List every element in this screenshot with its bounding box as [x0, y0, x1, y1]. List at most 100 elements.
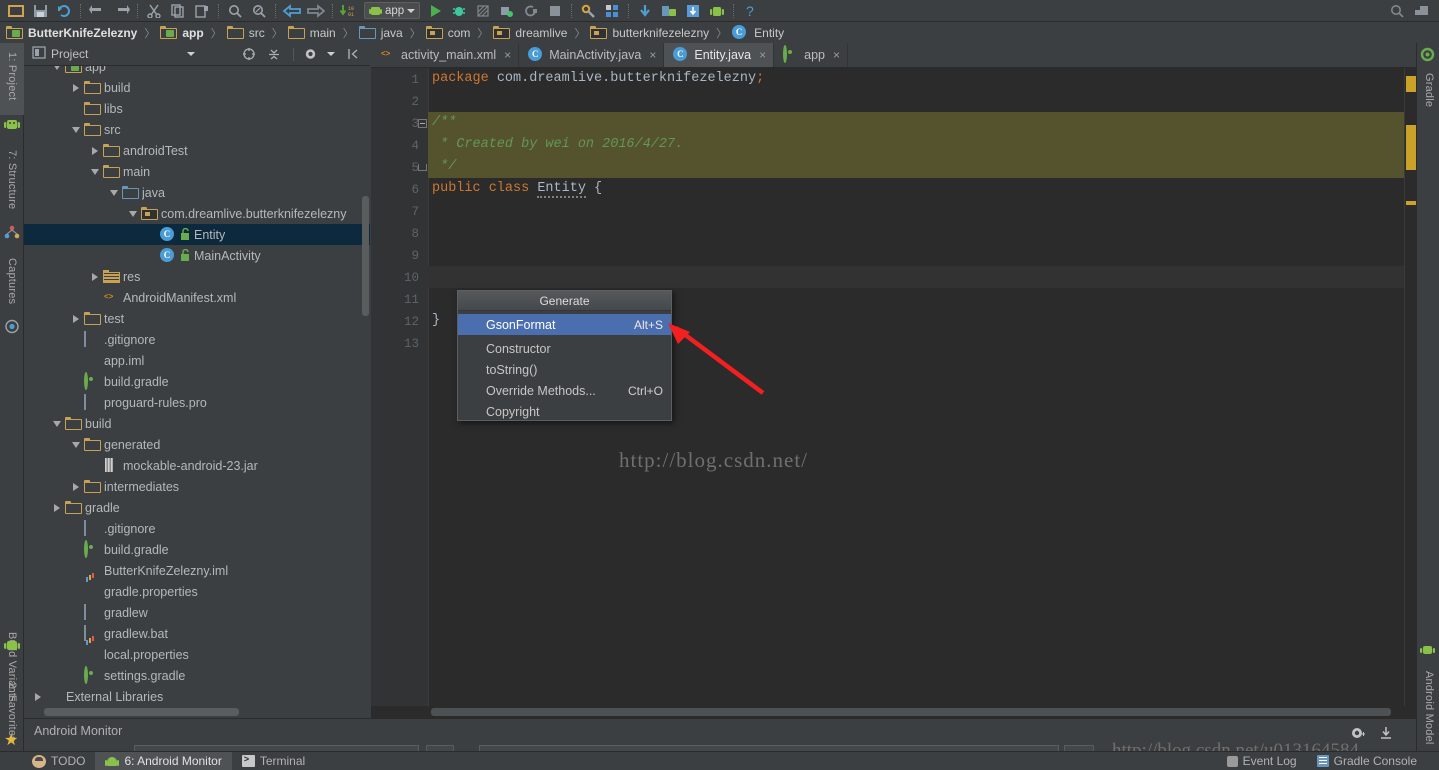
collapse-arrow-icon[interactable]: [127, 208, 139, 220]
close-icon[interactable]: ×: [833, 48, 840, 62]
download-icon[interactable]: [683, 2, 703, 20]
breadcrumb-item-butterknifezelezny[interactable]: ButterKnifeZelezny: [6, 25, 139, 41]
breadcrumb-item-src[interactable]: src: [227, 25, 267, 41]
code-line-12[interactable]: }: [428, 310, 440, 332]
tree-item-gradle[interactable]: gradle: [24, 497, 370, 518]
tree-item-test[interactable]: test: [24, 308, 370, 329]
collapse-all-icon[interactable]: [265, 45, 283, 63]
redo-icon[interactable]: [111, 2, 131, 20]
tree-item--gitignore[interactable]: .gitignore: [24, 329, 370, 350]
editor-tab-mainactivity-java[interactable]: C MainActivity.java ×: [519, 43, 665, 67]
android-device-monitor-icon[interactable]: [659, 2, 679, 20]
module-selector[interactable]: app: [364, 2, 421, 19]
tree-item-gradle-properties[interactable]: gradle.properties: [24, 581, 370, 602]
forward-icon[interactable]: [306, 2, 326, 20]
sidebar-item-structure[interactable]: 7: Structure: [0, 141, 24, 223]
editor-tab-app[interactable]: app ×: [774, 43, 849, 67]
compile-icon[interactable]: 10 01: [339, 2, 359, 20]
code-line-9[interactable]: [428, 244, 432, 266]
sidebar-item-android-model[interactable]: Android Model: [1417, 663, 1439, 761]
code-line-4[interactable]: * Created by wei on 2016/4/27.: [428, 134, 683, 156]
open-project-icon[interactable]: [6, 2, 26, 20]
code-line-8[interactable]: [428, 222, 432, 244]
chevron-down-icon[interactable]: [407, 8, 416, 13]
save-all-icon[interactable]: [30, 2, 50, 20]
settings-chevron-down-icon[interactable]: [327, 52, 335, 56]
collapse-arrow-icon[interactable]: [108, 187, 120, 199]
coverage-icon[interactable]: [473, 2, 493, 20]
tree-item-app-iml[interactable]: app.iml: [24, 350, 370, 371]
generate-menu-item-constructor[interactable]: Constructor: [458, 338, 671, 359]
tree-item-gradlew-bat[interactable]: gradlew.bat: [24, 623, 370, 644]
close-icon[interactable]: ×: [759, 48, 766, 62]
project-tree[interactable]: External Libraries settings.gradle local.p…: [24, 66, 370, 718]
status-item-terminal[interactable]: Terminal: [232, 752, 315, 770]
breadcrumb-item-com[interactable]: com: [426, 25, 473, 41]
tree-item-libs[interactable]: libs: [24, 98, 370, 119]
expand-arrow-icon[interactable]: [32, 691, 44, 703]
hide-panel-icon[interactable]: [344, 45, 362, 63]
sidebar-item-gradle[interactable]: Gradle: [1417, 65, 1439, 127]
status-item-event-log[interactable]: Event Log: [1217, 752, 1307, 770]
find-replace-icon[interactable]: [249, 2, 269, 20]
collapse-arrow-icon[interactable]: [89, 166, 101, 178]
tree-item-com-dreamlive-butterknifezelezny[interactable]: com.dreamlive.butterknifezelezny: [24, 203, 370, 224]
breadcrumb-item-entity[interactable]: C Entity: [732, 24, 786, 41]
tree-item-main[interactable]: main: [24, 161, 370, 182]
tree-item-java[interactable]: java: [24, 182, 370, 203]
close-icon[interactable]: ×: [649, 48, 656, 62]
expand-arrow-icon[interactable]: [89, 271, 101, 283]
tree-item-gradlew[interactable]: gradlew: [24, 602, 370, 623]
collapse-arrow-icon[interactable]: [70, 439, 82, 451]
editor-marker-bar[interactable]: [1404, 68, 1416, 718]
status-item-todo[interactable]: TODO: [0, 752, 95, 770]
run-icon[interactable]: [425, 2, 445, 20]
target-icon[interactable]: [240, 45, 258, 63]
tree-item-entity[interactable]: C Entity: [24, 224, 370, 245]
generate-menu-item-gsonformat[interactable]: GsonFormat Alt+S: [458, 314, 671, 335]
sdk-manager-icon[interactable]: [578, 2, 598, 20]
fold-collapse-icon[interactable]: [418, 119, 427, 128]
marker-warning[interactable]: [1406, 76, 1416, 92]
status-item-android-monitor[interactable]: 6: Android Monitor: [95, 751, 232, 770]
tree-item-external-libraries[interactable]: External Libraries: [24, 686, 370, 707]
tree-item-res[interactable]: res: [24, 266, 370, 287]
collapse-arrow-icon[interactable]: [70, 124, 82, 136]
tree-item-src[interactable]: src: [24, 119, 370, 140]
status-item-gradle-console[interactable]: Gradle Console: [1307, 752, 1439, 770]
project-panel-chevron-down-icon[interactable]: [187, 52, 195, 56]
help-icon[interactable]: ?: [740, 2, 760, 20]
breadcrumb-item-java[interactable]: java: [359, 25, 405, 41]
settings-gear-icon[interactable]: [302, 45, 320, 63]
tree-item--gitignore[interactable]: .gitignore: [24, 518, 370, 539]
generate-menu-item-override-methods-[interactable]: Override Methods... Ctrl+O: [458, 380, 671, 401]
generate-menu-item-tostring-[interactable]: toString(): [458, 359, 671, 380]
android-icon[interactable]: [707, 2, 727, 20]
tree-horizontal-scrollbar[interactable]: [44, 708, 239, 716]
tree-item-mockable-android-23-jar[interactable]: mockable-android-23.jar: [24, 455, 370, 476]
fold-region-end-icon[interactable]: [418, 164, 427, 171]
close-icon[interactable]: ×: [504, 48, 511, 62]
editor-tab-entity-java[interactable]: C Entity.java ×: [664, 43, 775, 67]
debug-icon[interactable]: [449, 2, 469, 20]
tree-item-mainactivity[interactable]: C MainActivity: [24, 245, 370, 266]
expand-arrow-icon[interactable]: [70, 313, 82, 325]
rerun-icon[interactable]: [521, 2, 541, 20]
tree-item-intermediates[interactable]: intermediates: [24, 476, 370, 497]
editor-tab-activity-main-xml[interactable]: activity_main.xml ×: [371, 43, 520, 67]
editor-gutter[interactable]: 1 2 3 4 5 6 7 8 9 10 11 12 13: [371, 68, 428, 718]
code-line-2[interactable]: [428, 90, 432, 112]
code-line-11[interactable]: [428, 288, 432, 310]
tree-item-build-gradle[interactable]: build.gradle: [24, 371, 370, 392]
sidebar-item-project[interactable]: 1: Project: [0, 43, 24, 115]
tree-item-generated[interactable]: generated: [24, 434, 370, 455]
monitor-hide-icon[interactable]: [1378, 725, 1394, 741]
code-line-3[interactable]: /**: [428, 112, 456, 134]
code-line-7[interactable]: [428, 200, 432, 222]
tree-item-proguard-rules-pro[interactable]: proguard-rules.pro: [24, 392, 370, 413]
tree-item-local-properties[interactable]: local.properties: [24, 644, 370, 665]
generate-menu-list[interactable]: GsonFormat Alt+S Constructor toString() Over…: [458, 311, 671, 422]
tree-item-butterknifezelezny-iml[interactable]: ButterKnifeZelezny.iml: [24, 560, 370, 581]
tree-vertical-scrollbar[interactable]: [362, 196, 369, 316]
tree-item-build[interactable]: build: [24, 413, 370, 434]
